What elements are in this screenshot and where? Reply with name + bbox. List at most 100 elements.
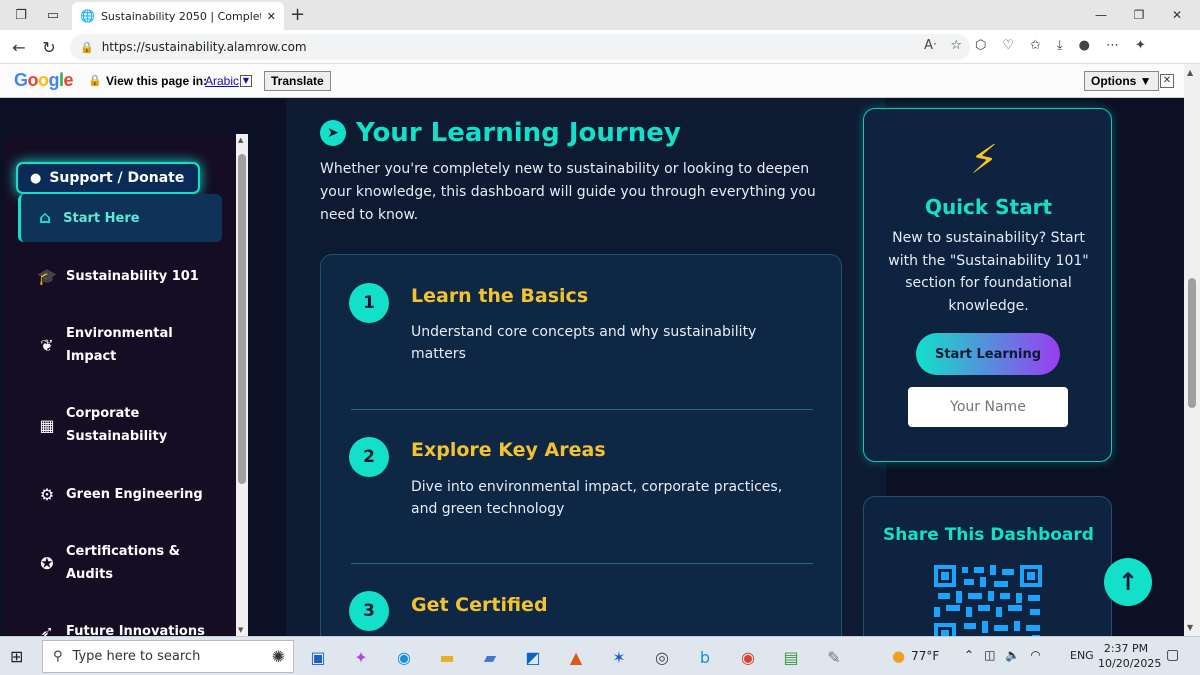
donate-label: Support / Donate (49, 170, 185, 186)
language-dropdown-icon[interactable]: ▼ (240, 75, 252, 87)
step-divider (351, 563, 813, 564)
sidebar-item-green-engineering[interactable]: ⚙ Green Engineering (34, 483, 203, 506)
sidebar-item-label: Certifications & Audits (66, 544, 181, 582)
sidebar-scrollbar[interactable]: ▲ ▼ (236, 134, 248, 636)
award-icon: ✪ (40, 553, 54, 573)
sidebar-item-environmental-impact[interactable]: ❦ Environmental Impact (34, 322, 186, 368)
meet-icon[interactable]: ◫ (984, 648, 995, 662)
sidebar-item-certifications-audits[interactable]: ✪ Certifications & Audits (34, 540, 186, 586)
start-learning-button[interactable]: Start Learning (916, 333, 1060, 375)
sidebar-item-corporate-sustainability[interactable]: ▦ Corporate Sustainability (34, 402, 186, 448)
page-scroll-thumb[interactable] (1188, 278, 1196, 408)
page-content: ▲ ▼ ● Support / Donate ⌂ Start Here 🎓 Su… (0, 98, 1184, 636)
outlook-app-icon[interactable]: ◩ (520, 644, 546, 670)
lock-icon: 🔒 (80, 40, 94, 54)
favorites-icon[interactable]: ✩ (1030, 38, 1041, 53)
qr-code-icon (934, 565, 1042, 636)
downloads-icon[interactable]: ⤓ (1057, 38, 1063, 53)
windows-start-icon[interactable]: ⊞ (10, 647, 23, 666)
lightning-bolt-icon: ⚡ (970, 137, 999, 183)
sidebar-scroll-down-icon[interactable]: ▼ (238, 626, 243, 634)
step-title: Learn the Basics (411, 285, 589, 307)
share-card: Share This Dashboard (863, 496, 1112, 636)
edge-app-icon[interactable]: ◉ (391, 644, 417, 670)
clock-date: 10/20/2025 (1098, 657, 1162, 670)
workspaces-icon[interactable]: ❐ (6, 0, 36, 30)
rocket-icon: ➶ (40, 622, 54, 636)
step-title: Get Certified (411, 594, 548, 616)
read-aloud-icon[interactable]: Aᐧ (924, 38, 936, 53)
language-indicator[interactable]: ENG (1070, 649, 1094, 662)
browser-tab[interactable]: 🌐 Sustainability 2050 | Complete Ed ✕ (72, 2, 284, 30)
steps-card: 1 Learn the Basics Understand core conce… (320, 254, 842, 636)
sidebar-item-sustainability-101[interactable]: 🎓 Sustainability 101 (34, 265, 199, 288)
options-button[interactable]: Options ▼ (1084, 71, 1159, 91)
app-icon[interactable]: ▤ (778, 644, 804, 670)
sidebar-item-label: Sustainability 101 (66, 269, 199, 284)
translate-button[interactable]: Translate (264, 71, 331, 91)
app-icon[interactable]: ✎ (821, 644, 847, 670)
url-text: https://sustainability.alamrow.com (101, 40, 307, 54)
close-window-button[interactable]: ✕ (1154, 0, 1200, 30)
notifications-icon[interactable]: ▢ (1166, 647, 1179, 663)
new-tab-button[interactable]: + (290, 4, 305, 25)
translate-view-text: View this page in: (106, 74, 208, 88)
compass-icon: ➤ (320, 120, 346, 146)
system-tray: ⌃ ◫ 🔈 ◠ (964, 648, 1041, 662)
scroll-to-top-button[interactable]: ↑ (1104, 558, 1152, 606)
sidebar-item-start-here[interactable]: ⌂ Start Here (18, 194, 222, 242)
support-donate-button[interactable]: ● Support / Donate (16, 162, 200, 194)
step-description: Dive into environmental impact, corporat… (411, 479, 783, 517)
donate-icon: ● (30, 170, 42, 186)
store-app-icon[interactable]: ▣ (305, 644, 331, 670)
tab-actions-icon[interactable]: ▭ (38, 0, 68, 30)
step-number: 3 (349, 591, 389, 631)
sidebar-item-future-innovations[interactable]: ➶ Future Innovations (34, 620, 205, 636)
graduation-cap-icon: 🎓 (37, 267, 57, 286)
sidebar-item-label: Corporate Sustainability (66, 406, 168, 444)
scroll-down-icon[interactable]: ▼ (1187, 623, 1193, 632)
translate-language-link[interactable]: Arabic (205, 74, 239, 88)
weather-widget[interactable]: ● 77°F (892, 647, 939, 665)
gears-icon: ⚙ (39, 485, 55, 504)
journey-description: Whether you're completely new to sustain… (320, 161, 816, 223)
more-menu-icon[interactable]: ⋯ (1106, 38, 1119, 53)
url-field[interactable]: 🔒 https://sustainability.alamrow.com Aᐧ … (70, 34, 970, 60)
page-scrollbar[interactable]: ▲ ▼ (1184, 64, 1200, 636)
app-icon[interactable]: ◎ (649, 644, 675, 670)
building-icon: ▦ (39, 415, 55, 435)
tray-expand-icon[interactable]: ⌃ (964, 648, 974, 662)
refresh-button[interactable]: ↻ (36, 35, 62, 59)
sidebar-scroll-up-icon[interactable]: ▲ (238, 136, 243, 144)
arrow-up-icon: ↑ (1117, 568, 1139, 596)
matlab-app-icon[interactable]: ▲ (563, 644, 589, 670)
quick-start-description: New to sustainability? Start with the "S… (888, 230, 1089, 314)
close-tab-icon[interactable]: ✕ (267, 10, 276, 23)
volume-icon[interactable]: 🔈 (1005, 648, 1020, 662)
sidebar-scroll-thumb[interactable] (238, 154, 246, 484)
back-button[interactable]: ← (6, 35, 32, 59)
step-number: 1 (349, 283, 389, 323)
taskbar-search[interactable]: ⚲ Type here to search ✺ (42, 640, 294, 673)
step-title: Explore Key Areas (411, 439, 606, 461)
scroll-up-icon[interactable]: ▲ (1187, 68, 1193, 77)
close-translate-icon[interactable]: ✕ (1160, 74, 1174, 88)
terminal-app-icon[interactable]: ▰ (477, 644, 503, 670)
app-icon[interactable]: ✶ (606, 644, 632, 670)
network-icon[interactable]: ◠ (1030, 648, 1040, 662)
name-input[interactable] (908, 387, 1068, 427)
taskbar-clock[interactable]: 2:37 PM 10/20/2025 (1098, 641, 1162, 671)
step-divider (351, 409, 813, 410)
file-explorer-app-icon[interactable]: ▬ (434, 644, 460, 670)
copilot-app-icon[interactable]: ✦ (348, 644, 374, 670)
browser-essentials-icon[interactable]: ♡ (1002, 38, 1014, 53)
bing-app-icon[interactable]: b (692, 644, 718, 670)
copilot-icon[interactable]: ✦ (1135, 38, 1146, 53)
chrome-app-icon[interactable]: ◉ (735, 644, 761, 670)
journey-title: ➤ Your Learning Journey (320, 118, 681, 148)
search-icon: ⚲ (53, 649, 63, 664)
profile-avatar-icon[interactable]: ● (1079, 38, 1090, 53)
quick-start-card: ⚡ Quick Start New to sustainability? Sta… (863, 108, 1112, 462)
favorite-star-icon[interactable]: ☆ (950, 38, 962, 53)
extensions-icon[interactable]: ⬡ (975, 38, 986, 53)
